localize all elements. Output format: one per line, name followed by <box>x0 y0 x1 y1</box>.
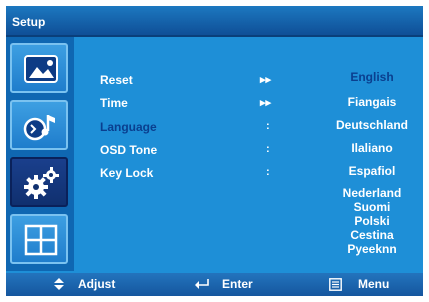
language-option[interactable]: Ilaliano <box>324 141 420 155</box>
menu-item-key-lock[interactable]: Key Lock <box>100 166 153 180</box>
language-option[interactable]: Fiangais <box>324 95 420 109</box>
language-option[interactable]: Pyeeknn <box>324 242 420 256</box>
submenu-arrow-icon: ▸▸ <box>260 97 272 109</box>
adjust-hint: Adjust <box>78 277 116 291</box>
tab-setup[interactable] <box>10 157 68 207</box>
menu-item-time[interactable]: Time <box>100 96 128 110</box>
setup-panel: Setup Reset ▸▸ Time ▸▸ Language: OSD To… <box>6 6 423 296</box>
grid-icon <box>24 224 58 256</box>
language-option-english[interactable]: English <box>324 70 420 84</box>
tab-picture[interactable] <box>10 43 68 93</box>
up-down-arrow-icon <box>54 278 64 290</box>
sound-icon <box>23 115 55 141</box>
sidebar <box>6 37 74 271</box>
language-option[interactable]: Deutschland <box>324 118 420 132</box>
menu-item-language[interactable]: Language <box>100 120 157 134</box>
enter-arrow-icon <box>195 279 209 289</box>
submenu-arrow-icon: ▸▸ <box>260 74 272 86</box>
language-option[interactable]: Cestina <box>324 228 420 242</box>
language-option[interactable]: Nederland <box>324 186 420 200</box>
picture-icon <box>24 55 58 83</box>
language-list: English Fiangais Deutschland Ilaliano Es… <box>324 70 420 256</box>
settings-content: Reset ▸▸ Time ▸▸ Language : OSD Tone : K… <box>74 37 423 271</box>
menu-item-reset[interactable]: Reset <box>100 73 133 87</box>
language-option[interactable]: Suomi <box>324 200 420 214</box>
enter-hint: Enter <box>222 277 253 291</box>
gears-icon <box>24 167 59 199</box>
tab-sound[interactable] <box>10 100 68 150</box>
language-option[interactable]: Polski <box>324 214 420 228</box>
language-option[interactable]: Espafiol <box>324 164 420 178</box>
tab-layout[interactable] <box>10 214 68 264</box>
menu-icon <box>329 278 342 291</box>
footer-bar: Adjust Enter Menu <box>6 273 423 296</box>
title-bar: Setup <box>6 6 423 37</box>
menu-hint: Menu <box>358 277 390 291</box>
separator-colon: : <box>266 166 270 178</box>
osd-screen: Setup Reset ▸▸ Time ▸▸ Language: OSD To… <box>0 0 429 302</box>
separator-colon: : <box>266 143 270 155</box>
menu-item-osd-tone[interactable]: OSD Tone <box>100 143 157 157</box>
separator-colon: : <box>266 120 270 132</box>
window-title: Setup <box>12 15 46 29</box>
